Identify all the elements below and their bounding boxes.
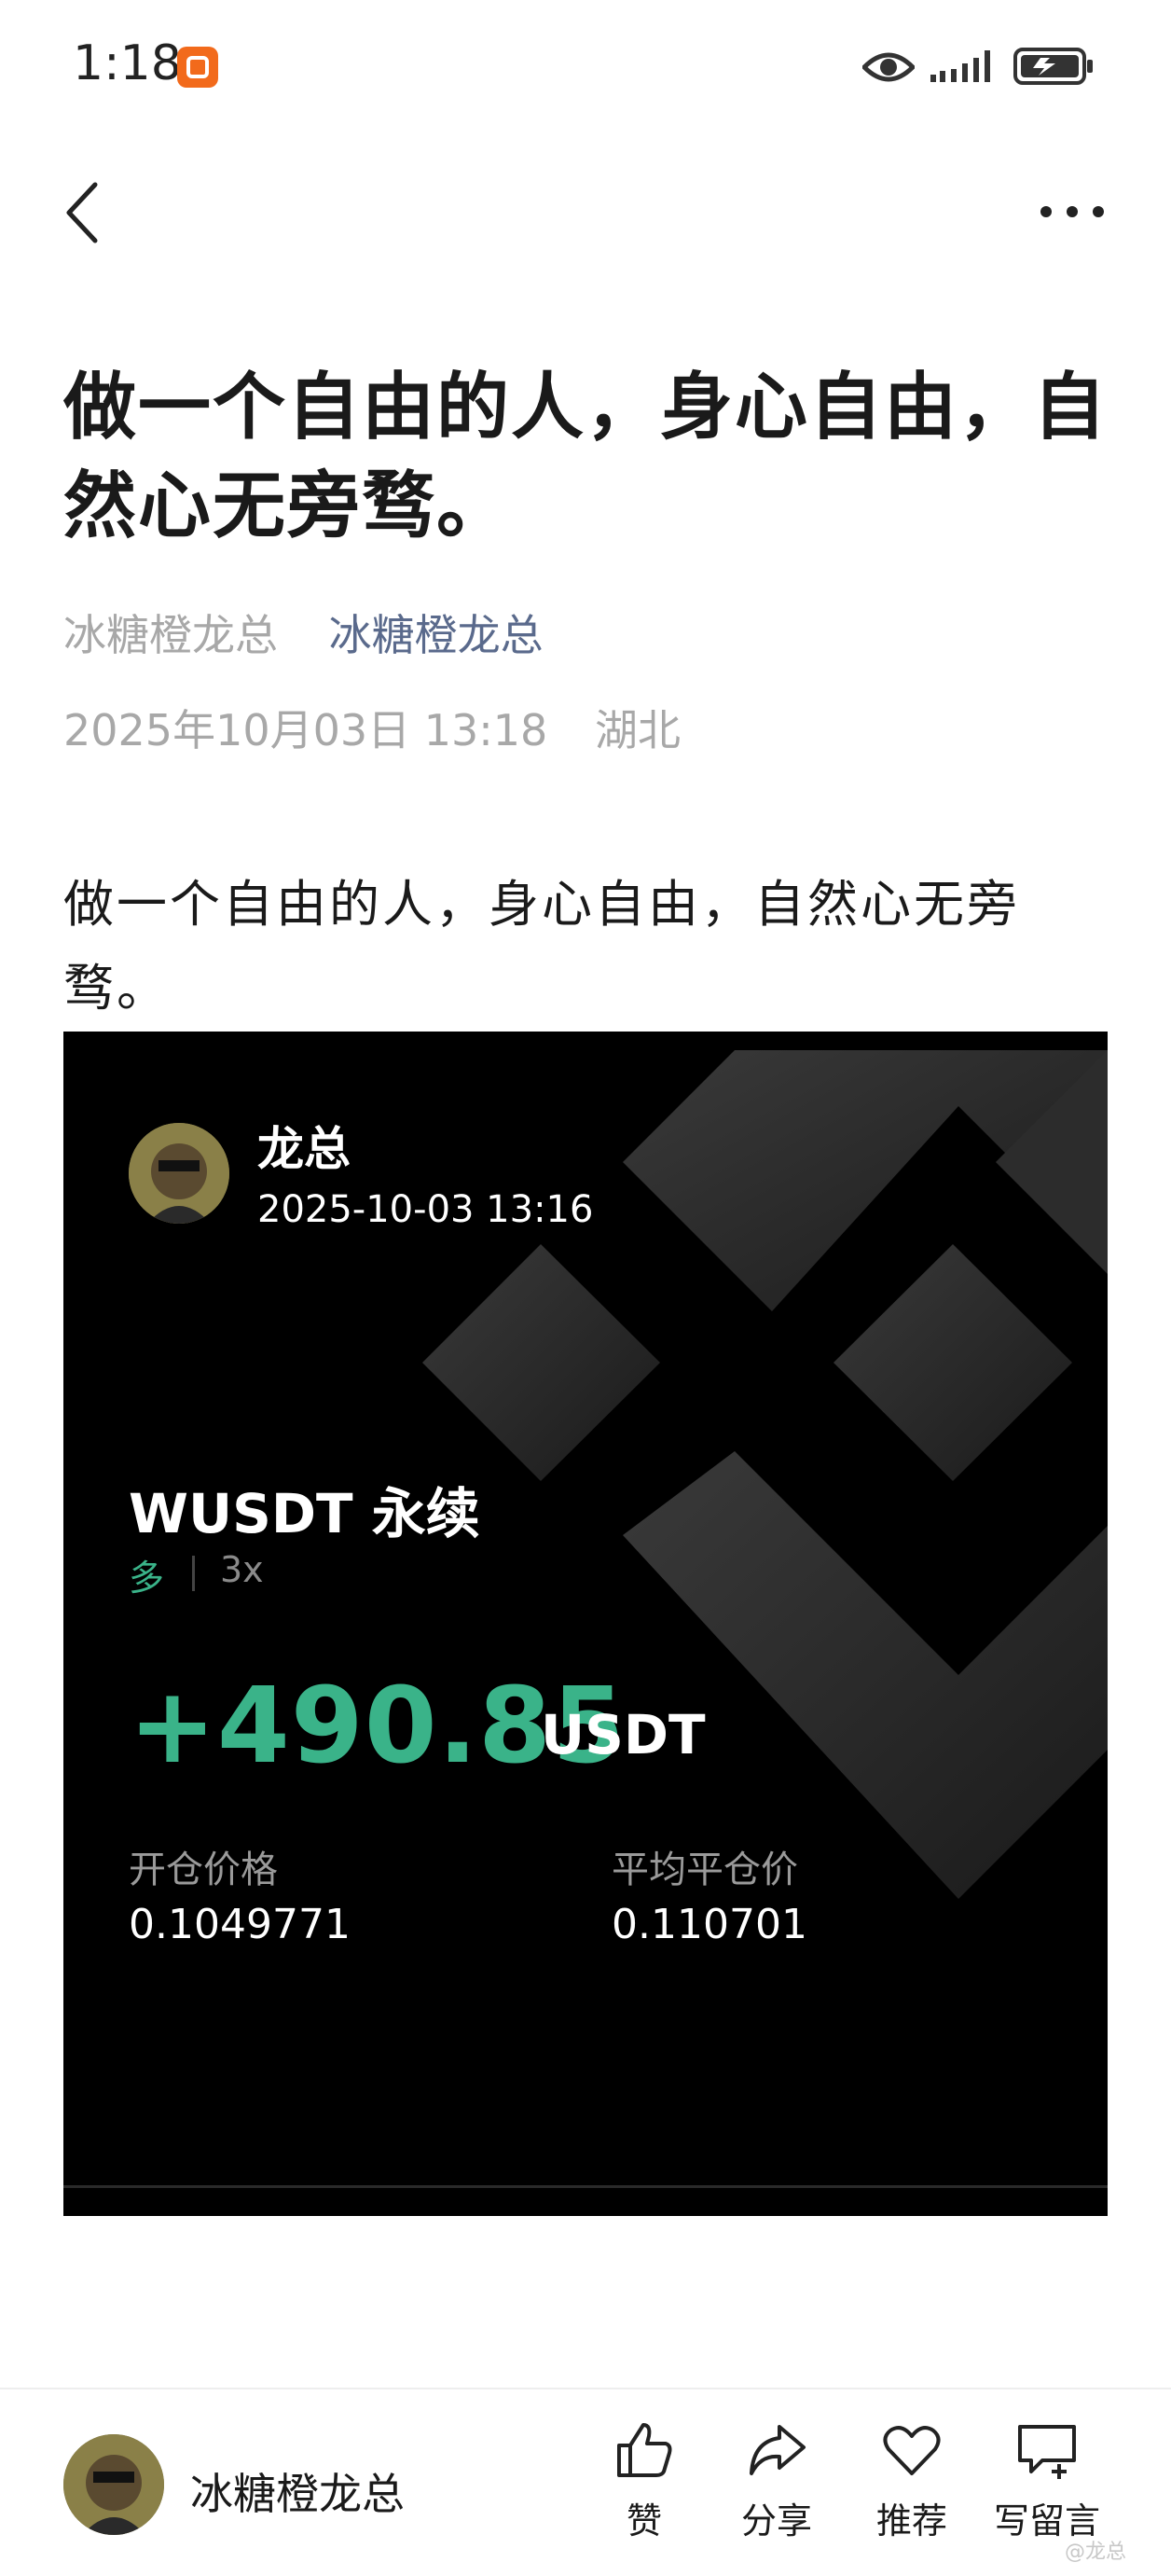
eye-icon: [862, 52, 915, 82]
exit-price-label: 平均平仓价: [612, 1849, 798, 1891]
footer-author-name[interactable]: 冰糖橙龙总: [190, 2460, 405, 2522]
watermark: @龙总: [1065, 2541, 1127, 2564]
back-button[interactable]: [58, 177, 108, 248]
card-timestamp: 2025-10-03 13:16: [257, 1188, 594, 1231]
entry-price-label: 开仓价格: [129, 1849, 278, 1891]
card-avatar: [129, 1123, 229, 1224]
app-badge-icon: [177, 47, 218, 88]
more-button[interactable]: [1035, 191, 1109, 232]
bottom-action-bar: 冰糖橙龙总 赞 分享 推荐 写留言: [0, 2388, 1171, 2576]
card-side: 多: [129, 1558, 165, 1599]
card-divider: [63, 2185, 1108, 2188]
like-label: 赞: [626, 2500, 662, 2541]
author-name: 冰糖橙龙总: [63, 610, 278, 660]
share-label: 分享: [740, 2500, 812, 2541]
card-leverage: 3x: [220, 1549, 264, 1590]
author-line: 冰糖橙龙总 冰糖橙龙总: [63, 602, 544, 663]
footer-avatar[interactable]: [63, 2434, 164, 2535]
author-link[interactable]: 冰糖橙龙总: [329, 610, 544, 660]
like-button[interactable]: 赞: [584, 2417, 705, 2557]
pnl-share-image[interactable]: 龙总 2025-10-03 13:16 WUSDT 永续 多 3x +490.8…: [63, 1032, 1108, 2216]
battery-charging-icon: [1013, 48, 1093, 85]
status-time: 1:18: [73, 35, 182, 91]
publish-meta: 2025年10月03日 13:18 湖北: [63, 697, 681, 758]
comment-add-icon: [1018, 2425, 1076, 2479]
signal-icon: [930, 50, 990, 82]
card-separator: [192, 1556, 195, 1591]
publish-datetime: 2025年10月03日 13:18: [63, 705, 548, 755]
exit-price-value: 0.110701: [612, 1901, 807, 1948]
thumbs-up-icon: [617, 2423, 672, 2477]
card-pnl-unit: USDT: [541, 1703, 706, 1766]
article-body: 做一个自由的人，身心自由，自然心无旁骛。: [63, 875, 1020, 1018]
status-bar: 1:18: [0, 0, 1171, 131]
share-icon: [750, 2425, 806, 2475]
publish-location: 湖北: [594, 705, 681, 755]
recommend-button[interactable]: 推荐: [851, 2417, 972, 2557]
entry-price-value: 0.1049771: [129, 1901, 351, 1948]
card-pair: WUSDT 永续: [129, 1482, 480, 1545]
card-username: 龙总: [257, 1122, 351, 1176]
share-button[interactable]: 分享: [716, 2417, 837, 2557]
recommend-label: 推荐: [875, 2500, 947, 2541]
article-title: 做一个自由的人，身心自由，自然心无旁骛。: [63, 366, 1109, 548]
heart-icon: [883, 2426, 941, 2475]
